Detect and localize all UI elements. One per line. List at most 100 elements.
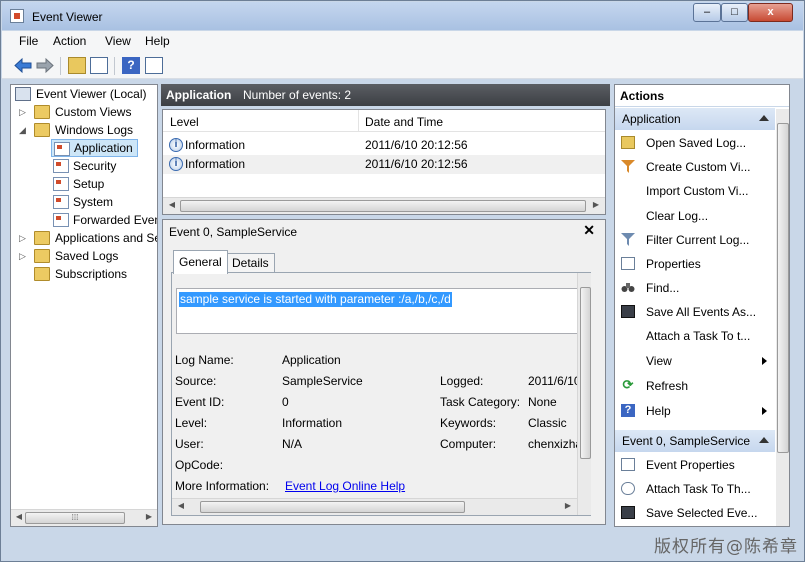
- log-icon: [53, 177, 69, 191]
- action-open-saved-log[interactable]: Open Saved Log...: [615, 132, 775, 154]
- scroll-thumb[interactable]: [180, 200, 586, 212]
- scroll-right-icon[interactable]: ▶: [143, 512, 155, 521]
- tree-item-security[interactable]: Security: [53, 157, 153, 175]
- expand-arrow-icon[interactable]: ▷: [19, 234, 27, 243]
- column-date-time[interactable]: Date and Time: [365, 115, 443, 129]
- action-help[interactable]: ? Help: [615, 400, 775, 422]
- actions-section-event[interactable]: Event 0, SampleService: [615, 430, 775, 452]
- close-button[interactable]: x: [748, 3, 793, 22]
- actions-section-application[interactable]: Application: [615, 108, 775, 130]
- action-label: Properties: [646, 257, 701, 271]
- tree-item-system[interactable]: System: [53, 193, 153, 211]
- attach-task-icon: [621, 482, 635, 495]
- show-action-pane-icon[interactable]: [145, 57, 163, 74]
- event-log-online-help-link[interactable]: Event Log Online Help: [285, 479, 405, 493]
- scroll-thumb[interactable]: ⁞⁞⁞: [25, 512, 125, 524]
- action-clear-log[interactable]: Clear Log...: [615, 205, 775, 227]
- action-refresh[interactable]: ⟳ Refresh: [615, 375, 775, 397]
- event-list-horizontal-scrollbar[interactable]: ◀ ▶: [163, 197, 605, 214]
- value-logged: 2011/6/10: [528, 374, 581, 388]
- action-view[interactable]: View: [615, 350, 775, 372]
- tree-item-application[interactable]: Application: [51, 139, 138, 157]
- collapse-triangle-icon[interactable]: [759, 437, 769, 443]
- section-label: Application: [622, 112, 681, 126]
- action-attach-task[interactable]: Attach a Task To t...: [615, 325, 775, 347]
- action-create-custom-view[interactable]: Create Custom Vi...: [615, 156, 775, 178]
- scroll-left-icon[interactable]: ◀: [166, 200, 178, 209]
- menu-action[interactable]: Action: [53, 34, 86, 48]
- column-divider[interactable]: [358, 110, 359, 132]
- properties-icon: [621, 458, 635, 471]
- tree-item-label: Applications and Se: [55, 231, 158, 245]
- detail-vertical-scrollbar[interactable]: [577, 273, 591, 515]
- forward-arrow-icon[interactable]: [36, 57, 54, 74]
- tree-item-custom-views[interactable]: ▷ Custom Views: [19, 103, 149, 121]
- filter-icon: [621, 160, 635, 173]
- collapse-triangle-icon[interactable]: [759, 115, 769, 121]
- show-tree-icon[interactable]: [90, 57, 108, 74]
- action-label: Filter Current Log...: [646, 233, 750, 247]
- help-icon[interactable]: ?: [122, 57, 140, 74]
- value-log-name: Application: [282, 353, 341, 367]
- scroll-left-icon[interactable]: ◀: [13, 512, 25, 521]
- maximize-button[interactable]: □: [721, 3, 748, 22]
- minimize-button[interactable]: –: [693, 3, 721, 22]
- open-folder-icon: [621, 136, 635, 149]
- expand-arrow-icon[interactable]: ▷: [19, 252, 27, 261]
- menu-help[interactable]: Help: [145, 34, 170, 48]
- collapse-arrow-icon[interactable]: ◢: [19, 126, 27, 135]
- action-filter-current-log[interactable]: Filter Current Log...: [615, 229, 775, 251]
- tree-item-label: Security: [73, 159, 117, 173]
- tree-item-windows-logs[interactable]: ◢ Windows Logs: [19, 121, 149, 139]
- tree-horizontal-scrollbar[interactable]: ◀ ⁞⁞⁞ ▶: [11, 509, 157, 526]
- action-label: Attach Task To Th...: [646, 482, 751, 496]
- tab-general[interactable]: General: [173, 250, 228, 274]
- scroll-thumb[interactable]: [580, 287, 591, 459]
- menu-bar: File Action View Help: [2, 31, 803, 52]
- help-icon: ?: [621, 404, 635, 417]
- actions-pane: Actions Application Open Saved Log... Cr…: [614, 84, 790, 527]
- tree-item-label: Windows Logs: [55, 123, 134, 137]
- action-properties[interactable]: Properties: [615, 253, 775, 275]
- back-arrow-icon[interactable]: [14, 57, 32, 74]
- open-folder-icon[interactable]: [68, 57, 86, 74]
- submenu-arrow-icon: [762, 407, 767, 415]
- tree-item-saved-logs[interactable]: ▷ Saved Logs: [19, 247, 149, 265]
- tab-details[interactable]: Details: [226, 253, 275, 272]
- label-task-category: Task Category:: [440, 395, 521, 409]
- tree-item-label: Application: [74, 141, 133, 155]
- scroll-thumb[interactable]: [777, 123, 789, 453]
- action-import-custom-view[interactable]: Import Custom Vi...: [615, 180, 775, 202]
- actions-vertical-scrollbar[interactable]: [776, 109, 789, 526]
- action-attach-task-to-this-event[interactable]: Attach Task To Th...: [615, 478, 775, 500]
- binoculars-icon: [621, 283, 635, 292]
- scroll-right-icon[interactable]: ▶: [562, 501, 574, 510]
- action-find[interactable]: Find...: [615, 277, 775, 299]
- event-detail-pane: Event 0, SampleService ✕ General Details…: [162, 219, 606, 525]
- action-event-properties[interactable]: Event Properties: [615, 454, 775, 476]
- value-user: N/A: [282, 437, 303, 451]
- close-detail-icon[interactable]: ✕: [583, 222, 595, 239]
- scroll-thumb[interactable]: [200, 501, 465, 513]
- value-task-category: None: [528, 395, 557, 409]
- event-message-box[interactable]: sample service is started with parameter…: [176, 288, 579, 334]
- tree-item-applications-services[interactable]: ▷ Applications and Se: [19, 229, 158, 247]
- table-row[interactable]: i Information 2011/6/10 20:12:56: [163, 136, 605, 155]
- expand-arrow-icon[interactable]: ▷: [19, 108, 27, 117]
- toolbar: ?: [2, 52, 803, 79]
- menu-file[interactable]: File: [19, 34, 38, 48]
- action-save-selected-events[interactable]: Save Selected Eve...: [615, 502, 775, 524]
- menu-view[interactable]: View: [105, 34, 131, 48]
- scroll-left-icon[interactable]: ◀: [175, 501, 187, 510]
- table-row[interactable]: i Information 2011/6/10 20:12:56: [163, 155, 605, 174]
- log-icon: [53, 195, 69, 209]
- detail-horizontal-scrollbar[interactable]: ◀ ▶: [172, 498, 577, 515]
- tree-item-setup[interactable]: Setup: [53, 175, 153, 193]
- navigation-tree: Event Viewer (Local) ▷ Custom Views ◢ Wi…: [10, 84, 158, 527]
- event-viewer-window: Event Viewer – □ x File Action View Help…: [0, 0, 805, 562]
- column-level[interactable]: Level: [170, 115, 199, 129]
- action-save-all-events[interactable]: Save All Events As...: [615, 301, 775, 323]
- tree-item-forwarded-events[interactable]: Forwarded Even: [53, 211, 157, 229]
- scroll-right-icon[interactable]: ▶: [590, 200, 602, 209]
- tree-item-subscriptions[interactable]: Subscriptions: [19, 265, 149, 283]
